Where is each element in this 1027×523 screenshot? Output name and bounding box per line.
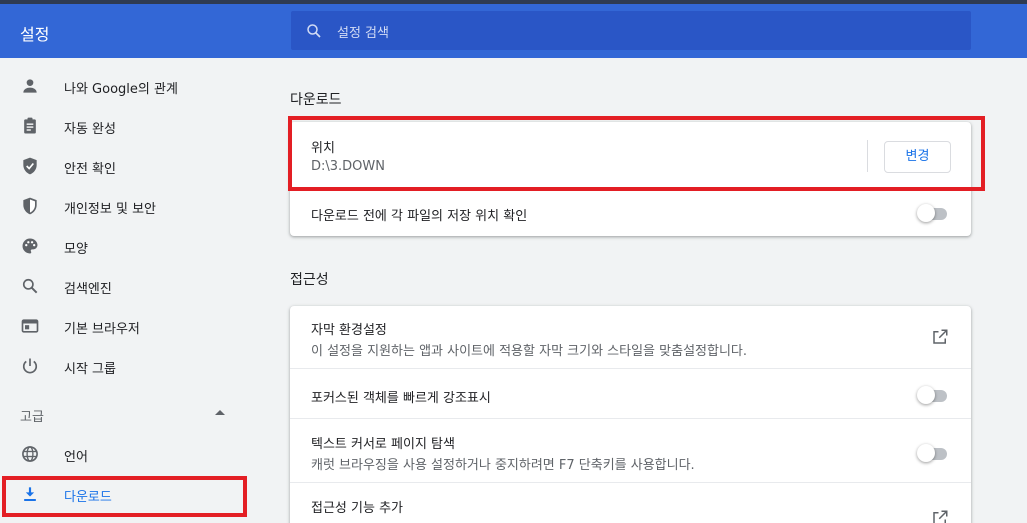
sidebar-item-label: 기본 브라우저: [64, 322, 140, 337]
download-icon: [24, 487, 36, 501]
section-title-downloads: 다운로드: [290, 92, 342, 108]
toggle-knob: [917, 204, 935, 222]
search-icon: [307, 24, 321, 38]
ask-where-row[interactable]: 다운로드 전에 각 파일의 저장 위치 확인: [290, 188, 971, 236]
focus-highlight-row[interactable]: 포커스된 객체를 빠르게 강조표시: [290, 368, 971, 418]
change-location-button[interactable]: 변경: [884, 141, 951, 173]
search-input[interactable]: 설정 검색: [291, 11, 971, 50]
accessibility-card: 자막 환경설정 이 설정을 지원하는 앱과 사이트에 적용할 자막 크기와 스타…: [290, 306, 971, 523]
captions-row[interactable]: 자막 환경설정 이 설정을 지원하는 앱과 사이트에 적용할 자막 크기와 스타…: [290, 306, 971, 368]
add-accessibility-features-row[interactable]: 접근성 기능 추가: [290, 482, 971, 523]
sidebar-item-label: 안전 확인: [64, 162, 116, 177]
download-location-row: 위치 D:\3.DOWN 변경: [290, 122, 971, 188]
sidebar-item-safety-check[interactable]: 안전 확인: [0, 146, 258, 186]
sidebar: 나와 Google의 관계 자동 완성 안전 확인 개인정보 및 보안 모양 검…: [0, 58, 258, 523]
add-features-title: 접근성 기능 추가: [311, 501, 403, 516]
ask-where-label: 다운로드 전에 각 파일의 저장 위치 확인: [311, 209, 528, 224]
sidebar-item-you-and-google[interactable]: 나와 Google의 관계: [0, 66, 258, 106]
power-icon: [22, 358, 38, 374]
sidebar-item-search-engine[interactable]: 검색엔진: [0, 266, 258, 306]
sidebar-item-on-startup[interactable]: 시작 그룹: [0, 346, 258, 386]
sidebar-item-default-browser[interactable]: 기본 브라우저: [0, 306, 258, 346]
focus-highlight-toggle[interactable]: [917, 386, 947, 404]
focus-highlight-label: 포커스된 객체를 빠르게 강조표시: [311, 391, 491, 406]
captions-subtitle: 이 설정을 지원하는 앱과 사이트에 적용할 자막 크기와 스타일을 맞춤설정합…: [311, 344, 748, 359]
divider: [867, 140, 868, 172]
caret-browsing-title: 텍스트 커서로 페이지 탐색: [311, 437, 455, 452]
sidebar-item-label: 개인정보 및 보안: [64, 202, 156, 217]
settings-header: 설정 설정 검색: [0, 4, 1027, 58]
section-title-accessibility: 접근성: [290, 272, 329, 288]
open-in-new-icon[interactable]: [931, 509, 949, 523]
palette-icon: [22, 238, 38, 254]
caret-browsing-toggle[interactable]: [917, 444, 947, 462]
sidebar-item-label: 자동 완성: [64, 122, 116, 137]
sidebar-item-label: 모양: [64, 242, 88, 257]
shield-half-icon: [23, 197, 37, 215]
shield-check-icon: [23, 157, 37, 175]
sidebar-item-downloads[interactable]: 다운로드: [0, 474, 258, 514]
globe-icon: [22, 446, 38, 462]
sidebar-item-appearance[interactable]: 모양: [0, 226, 258, 266]
sidebar-item-label: 시작 그룹: [64, 362, 116, 377]
toggle-knob: [917, 386, 935, 404]
sidebar-item-languages[interactable]: 언어: [0, 434, 258, 474]
search-icon: [22, 278, 38, 294]
ask-where-toggle[interactable]: [917, 204, 947, 222]
browser-window-icon: [21, 319, 39, 333]
sidebar-item-label: 검색엔진: [64, 282, 112, 297]
settings-main: 다운로드 위치 D:\3.DOWN 변경 다운로드 전에 각 파일의 저장 위치…: [290, 58, 971, 523]
caret-browsing-row[interactable]: 텍스트 커서로 페이지 탐색 캐럿 브라우징을 사용 설정하거나 중지하려면 F…: [290, 418, 971, 482]
sidebar-item-autofill[interactable]: 자동 완성: [0, 106, 258, 146]
location-title: 위치: [311, 141, 335, 156]
page-title: 설정: [20, 25, 50, 44]
sidebar-item-privacy[interactable]: 개인정보 및 보안: [0, 186, 258, 226]
toggle-knob: [917, 444, 935, 462]
search-placeholder: 설정 검색: [337, 26, 389, 41]
caret-browsing-subtitle: 캐럿 브라우징을 사용 설정하거나 중지하려면 F7 단축키를 사용합니다.: [311, 458, 695, 473]
sidebar-item-label: 다운로드: [64, 490, 112, 505]
chevron-up-icon[interactable]: [215, 410, 225, 415]
open-in-new-icon[interactable]: [931, 328, 949, 346]
sidebar-item-label: 나와 Google의 관계: [64, 82, 178, 97]
clipboard-icon: [24, 117, 36, 134]
person-icon: [23, 79, 37, 93]
location-path: D:\3.DOWN: [311, 159, 385, 174]
advanced-section-toggle[interactable]: 고급: [20, 406, 44, 425]
downloads-card: 위치 D:\3.DOWN 변경 다운로드 전에 각 파일의 저장 위치 확인: [290, 122, 971, 236]
sidebar-item-label: 언어: [64, 450, 88, 465]
captions-title: 자막 환경설정: [311, 323, 387, 338]
